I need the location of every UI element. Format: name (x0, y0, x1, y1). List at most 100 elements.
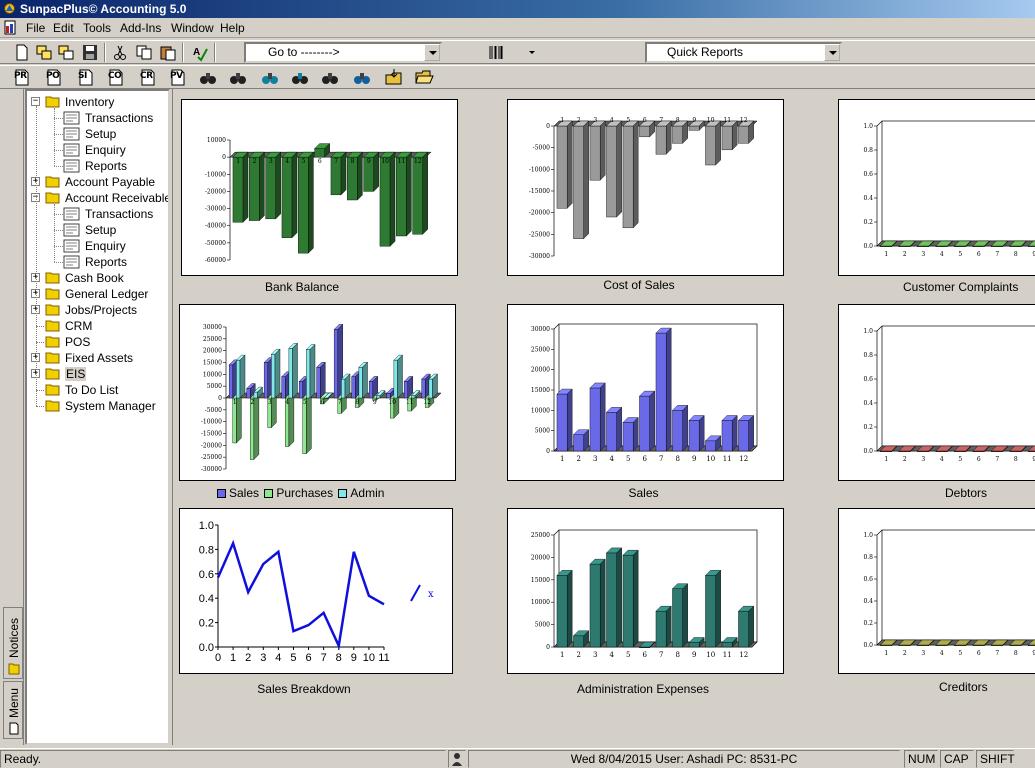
chart-panel-creditors[interactable]: 1.00.80.60.40.20.012345678910 (838, 508, 1035, 674)
tree-line (54, 134, 63, 135)
bar (705, 440, 716, 452)
x-tick-label: 9 (351, 652, 357, 664)
bar-side (567, 388, 573, 452)
enquiry-6-button[interactable] (352, 68, 372, 87)
app-icon (4, 3, 15, 14)
chart-panel-administration-expenses[interactable]: 25000 20000 15000 10000 5000 0 1 2 3 4 5 6 7 8 9 10 11 12 (507, 508, 784, 674)
report-page-icon (63, 223, 80, 237)
folder-icon (45, 351, 60, 364)
tree-item-inventory[interactable]: − Inventory (27, 94, 167, 110)
tree-item-account-receivable-reports[interactable]: Reports (27, 254, 167, 270)
open-folder-button[interactable] (414, 68, 434, 87)
menu-tools[interactable]: Tools (83, 21, 111, 35)
copy-button[interactable] (134, 43, 154, 62)
y-tick-label: -25000 (201, 454, 222, 461)
enquiry-5-button[interactable] (320, 68, 340, 87)
tree-item-crm[interactable]: CRM (27, 318, 167, 334)
chart-panel-cost-of-sales[interactable]: 0 -5000 -10000 -15000 -20000 -25000 -30000 1 2 3 4… (507, 99, 784, 276)
copy-windows-icon (36, 45, 52, 60)
chart-panel-sales-breakdown[interactable]: 1.0 0.8 0.6 0.4 0.2 0.0 0 1 2 3 4 5 6 7 8 9 10 11 x (179, 508, 453, 674)
bar (246, 388, 251, 399)
tree-item-eis[interactable]: + EIS (27, 366, 167, 382)
spell-check-button[interactable]: A (190, 43, 210, 62)
pv-button[interactable]: PV (168, 68, 188, 87)
open-button[interactable] (34, 43, 54, 62)
user-status-icon[interactable] (448, 750, 466, 768)
enquiry-3-button[interactable] (260, 68, 280, 87)
tree-item-account-receivable[interactable]: − Account Receivable (27, 190, 168, 206)
enquiry-1-button[interactable] (198, 68, 218, 87)
tree-item-fixed-assets[interactable]: + Fixed Assets (27, 350, 167, 366)
new-button[interactable] (12, 43, 32, 62)
y-tick-label: -25000 (529, 231, 550, 238)
x-tick-label: 9 (373, 399, 377, 406)
import-button[interactable] (384, 68, 404, 87)
cr-button[interactable]: CR (138, 68, 158, 87)
bar (688, 642, 700, 648)
tree-item-inventory-transactions[interactable]: Transactions (27, 110, 167, 126)
folder-icon (45, 271, 60, 284)
bar-side (308, 151, 314, 254)
pr-button[interactable]: PR (12, 68, 32, 87)
chevron-down-icon[interactable] (824, 44, 840, 61)
tree-item-system-manager[interactable]: System Manager (27, 398, 167, 414)
bar-side (397, 354, 403, 399)
barcode-button[interactable] (486, 43, 506, 62)
menu-edit[interactable]: Edit (53, 21, 74, 35)
goto-combo[interactable]: Go to --------> (244, 42, 442, 63)
tree-item-inventory-reports[interactable]: Reports (27, 158, 167, 174)
co-button[interactable]: CO (106, 68, 126, 87)
tree-item-account-receivable-transactions[interactable]: Transactions (27, 206, 167, 222)
enquiry-2-button[interactable] (228, 68, 248, 87)
report-page-icon (63, 127, 80, 141)
paste-button[interactable] (158, 43, 178, 62)
cut-button[interactable] (110, 43, 130, 62)
menu-file[interactable]: File (26, 21, 45, 35)
tree-item-account-payable[interactable]: + Account Payable (27, 174, 167, 190)
po-button[interactable]: PO (44, 68, 64, 87)
x-tick-label: 11 (723, 117, 731, 124)
chevron-down-icon[interactable] (424, 44, 440, 61)
save-button[interactable] (80, 43, 100, 62)
x-tick-label: 4 (940, 251, 944, 258)
x-tick-label: 12 (739, 455, 748, 463)
enquiry-4-button[interactable] (290, 68, 310, 87)
collapse-icon[interactable]: − (31, 97, 40, 106)
quick-reports-combo[interactable]: Quick Reports (645, 42, 842, 63)
windows-button[interactable] (56, 43, 76, 62)
tree-item-general-ledger[interactable]: + General Ledger (27, 286, 167, 302)
save-icon (83, 45, 97, 60)
standard-toolbar: A Go to --------> Quick Reports (0, 40, 1035, 64)
plot-back-wall (881, 325, 1035, 447)
bar-side (259, 151, 265, 222)
chart-panel-sales[interactable]: 30000 25000 20000 15000 10000 5000 0 1 2 3 4 5 6 7 8 9 1… (507, 304, 784, 481)
x-tick-label: 3 (269, 158, 273, 165)
barcode-dropdown[interactable] (522, 43, 536, 62)
chart-panel-bank-balance[interactable]: 10000 0 -10000 -20000 -30000 -40000 -50000 -600… (181, 99, 458, 276)
tab-notices[interactable]: Notices (3, 607, 23, 679)
chart-panel-debtors[interactable]: 1.00.80.60.40.20.012345678910 (838, 304, 1035, 481)
tree-item-inventory-setup[interactable]: Setup (27, 126, 167, 142)
chart-panel-sales-purchases-admin[interactable]: 30000 25000 20000 15000 10000 5000 0 -5000 -1000… (179, 304, 456, 481)
report-page-icon (63, 207, 80, 221)
x-tick-label: 9 (367, 158, 371, 165)
tree-item-account-receivable-setup[interactable]: Setup (27, 222, 167, 238)
tree-item-pos[interactable]: POS (27, 334, 167, 350)
tree-item-account-receivable-enquiry[interactable]: Enquiry (27, 238, 167, 254)
tab-menu[interactable]: Menu (3, 681, 23, 739)
si-button[interactable]: SI (76, 68, 96, 87)
menu-add-ins[interactable]: Add-Ins (120, 21, 161, 35)
document-icon[interactable] (4, 20, 18, 35)
bar-side (715, 569, 721, 648)
tree-item-inventory-enquiry[interactable]: Enquiry (27, 142, 167, 158)
tree-line (54, 230, 63, 231)
chart-panel-customer-complaints[interactable]: 1.00.80.60.40.20.012345678910 (838, 99, 1035, 276)
menu-help[interactable]: Help (220, 21, 245, 35)
status-bar: Ready. Wed 8/04/2015 User: Ashadi PC: 85… (0, 748, 1035, 768)
y-tick-label: 1.0 (199, 520, 214, 532)
tree-item-cash-book[interactable]: + Cash Book (27, 270, 167, 286)
tree-item-jobs-projects[interactable]: + Jobs/Projects (27, 302, 167, 318)
menu-window[interactable]: Window (171, 21, 214, 35)
bar (376, 395, 381, 399)
tree-item-to-do-list[interactable]: To Do List (27, 382, 167, 398)
